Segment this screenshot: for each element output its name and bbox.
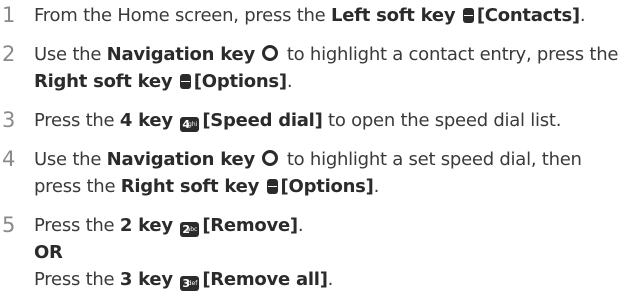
step-number: 1 xyxy=(2,3,16,27)
key-2-icon: 2 abc xyxy=(180,222,200,237)
key-name: 4 key xyxy=(119,110,173,131)
step-text-line: Right soft key [Options]. xyxy=(34,71,293,92)
key-name: Right soft key xyxy=(120,176,260,197)
key-function: [Speed dial] xyxy=(202,110,323,131)
key-function: [Options] xyxy=(193,71,287,92)
key-name: Left soft key xyxy=(330,5,456,26)
key-function: [Remove all] xyxy=(202,269,328,290)
navigation-key-icon xyxy=(262,150,279,166)
step-text-line: press the Right soft key [Options]. xyxy=(34,176,380,197)
key-name: 2 key xyxy=(119,215,173,236)
step-number: 4 xyxy=(2,147,16,171)
step-text-line: Use the Navigation key to highlight a co… xyxy=(34,44,619,65)
navigation-key-icon xyxy=(262,45,279,61)
key-function: [Options] xyxy=(280,176,374,197)
step-number: 5 xyxy=(2,213,16,237)
step-text: From the Home screen, press the Left sof… xyxy=(34,5,586,26)
step-text: Press the 4 key 4 ghi [Speed dial] to open… xyxy=(34,110,562,132)
key-3-icon: 3 def xyxy=(180,276,200,291)
instruction-steps: 1 From the Home screen, press the Left s… xyxy=(0,0,637,298)
soft-key-icon xyxy=(179,74,191,89)
step-text-line: Use the Navigation key to highlight a se… xyxy=(34,149,582,170)
key-name: Navigation key xyxy=(106,149,256,170)
soft-key-icon xyxy=(266,179,278,194)
key-4-icon: 4 ghi xyxy=(180,117,200,132)
step-number: 3 xyxy=(2,108,16,132)
step-text-line: Press the 3 key 3 def [Remove all]. xyxy=(34,269,334,291)
or-separator: OR xyxy=(34,242,63,263)
key-name: 3 key xyxy=(119,269,173,290)
step-number: 2 xyxy=(2,42,16,66)
soft-key-icon xyxy=(462,8,474,23)
key-function: [Remove] xyxy=(202,215,298,236)
key-name: Right soft key xyxy=(34,71,173,92)
step-text-line: Press the 2 key 2 abc [Remove]. xyxy=(34,215,304,237)
key-name: Navigation key xyxy=(106,44,256,65)
key-function: [Contacts] xyxy=(476,5,580,26)
